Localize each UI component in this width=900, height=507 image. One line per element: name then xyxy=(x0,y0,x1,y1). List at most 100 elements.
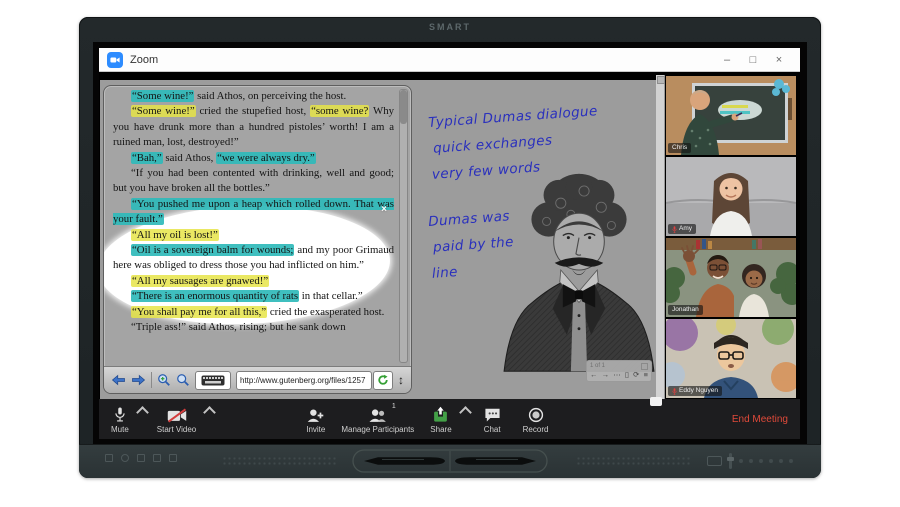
document-paragraph: “Bah,” said Athos, “we were always dry.” xyxy=(113,151,394,166)
participant-video-3[interactable]: Jonathan xyxy=(666,238,796,317)
manage-participants-label: Manage Participants xyxy=(341,425,414,434)
zoom-window: Zoom – □ × × “Some wi xyxy=(99,48,800,439)
speaker-grille-right xyxy=(576,456,691,466)
mute-options-chevron[interactable] xyxy=(136,406,149,419)
participant-name: Jonathan xyxy=(672,306,699,314)
microphone-icon xyxy=(113,405,127,423)
back-button[interactable] xyxy=(111,374,126,386)
bezel-port-icons xyxy=(105,454,177,462)
shared-whiteboard[interactable]: × “Some wine!” said Athos, on perceiving… xyxy=(100,80,656,399)
video-thumbnails: Chris xyxy=(666,76,796,400)
start-video-button[interactable]: Start Video xyxy=(157,405,196,434)
pager-prev-icon[interactable]: ← xyxy=(590,370,598,380)
window-titlebar: Zoom – □ × xyxy=(99,48,800,72)
pager-page-icon[interactable]: ▯ xyxy=(625,370,629,380)
participant-video-strip: Chris xyxy=(656,75,800,399)
video-strip-scrollbar[interactable] xyxy=(656,75,665,399)
video-options-chevron[interactable] xyxy=(203,406,216,419)
pager-next-icon[interactable]: → xyxy=(602,370,610,380)
document-paragraph: “Triple ass!” said Athos, rising; but he… xyxy=(113,320,394,335)
browser-toolbar: ↕ xyxy=(104,366,411,393)
document-scrollbar[interactable] xyxy=(399,89,408,363)
document-paragraph: “All my sausages are gnawed!” xyxy=(113,274,394,289)
zoom-in-icon[interactable] xyxy=(157,373,171,387)
share-options-chevron[interactable] xyxy=(459,406,472,419)
bezel-control-panel xyxy=(707,453,793,469)
document-paragraph: “All my oil is lost!” xyxy=(113,228,394,243)
keyboard-button[interactable] xyxy=(195,371,231,390)
forward-button[interactable] xyxy=(131,374,146,386)
meeting-content: × “Some wine!” said Athos, on perceiving… xyxy=(99,72,800,399)
address-input[interactable] xyxy=(237,376,371,385)
panel-divider-handle[interactable] xyxy=(650,397,662,406)
muted-mic-icon xyxy=(672,226,677,233)
document-paragraph: “You pushed me upon a heap which rolled … xyxy=(113,197,394,228)
maximize-button[interactable]: □ xyxy=(740,49,766,71)
participant-name: Eddy Nguyen xyxy=(679,387,718,395)
scrollbar-thumb[interactable] xyxy=(400,90,407,124)
participant-name-badge: Chris xyxy=(668,143,691,153)
participant-name-badge: Amy xyxy=(668,224,696,234)
participant-name-badge: Eddy Nguyen xyxy=(668,386,722,396)
record-button[interactable]: Record xyxy=(523,405,549,434)
share-icon xyxy=(432,405,449,423)
window-controls: – □ × xyxy=(714,49,792,71)
participant-name: Chris xyxy=(672,144,687,152)
document-text: “Some wine!” said Athos, on perceiving t… xyxy=(113,89,394,363)
display-screen: Zoom – □ × × “Some wi xyxy=(93,42,807,445)
pager-menu-icon[interactable]: ≡ xyxy=(644,370,648,380)
chat-label: Chat xyxy=(484,425,501,434)
end-meeting-button[interactable]: End Meeting xyxy=(732,414,788,425)
participant-video-1[interactable]: Chris xyxy=(666,76,796,155)
record-icon xyxy=(528,405,544,423)
video-strip-scroll-button[interactable] xyxy=(657,76,665,84)
smart-board: SMART Zoom – □ × xyxy=(79,17,821,478)
document-paragraph: “Some wine!” cried the stupefied host, “… xyxy=(113,104,394,150)
video-off-icon xyxy=(167,405,187,423)
ink-close-icon[interactable]: × xyxy=(381,204,387,215)
bezel-home-button[interactable] xyxy=(707,456,722,466)
chat-button[interactable]: Chat xyxy=(484,405,501,434)
document-viewer: × “Some wine!” said Athos, on perceiving… xyxy=(103,85,412,394)
document-paragraph: “Some wine!” said Athos, on perceiving t… xyxy=(113,89,394,104)
invite-button[interactable]: Invite xyxy=(306,405,325,434)
manage-participants-button[interactable]: 1 Manage Participants xyxy=(341,405,414,434)
participant-video-2[interactable]: Amy xyxy=(666,157,796,236)
zoom-app-icon xyxy=(107,52,123,68)
invite-label: Invite xyxy=(306,425,325,434)
zoom-out-icon[interactable] xyxy=(176,373,190,387)
share-button[interactable]: Share xyxy=(430,405,451,434)
bezel-buttons[interactable] xyxy=(739,459,793,463)
close-button[interactable]: × xyxy=(766,49,792,71)
minimize-button[interactable]: – xyxy=(714,49,740,71)
share-label: Share xyxy=(430,425,451,434)
pager-refresh-icon[interactable]: ⟳ xyxy=(633,370,639,380)
mute-button[interactable]: Mute xyxy=(111,405,129,434)
meeting-toolbar: Mute Start Video Invite xyxy=(99,399,800,439)
record-label: Record xyxy=(523,425,549,434)
toolbar-divider xyxy=(151,372,152,388)
bezel-volume-slider[interactable] xyxy=(729,453,732,469)
speaker-grille-left xyxy=(222,456,337,466)
bottom-bezel xyxy=(79,444,821,478)
participants-count: 1 xyxy=(392,403,396,410)
keyboard-icon xyxy=(201,375,225,386)
tray-pen-right xyxy=(455,457,536,465)
participant-video-4[interactable]: Eddy Nguyen xyxy=(666,319,796,398)
window-title: Zoom xyxy=(130,54,158,66)
start-video-label: Start Video xyxy=(157,425,196,434)
invite-icon xyxy=(307,405,324,423)
document-paragraph: “Oil is a sovereign balm for wounds; and… xyxy=(113,243,394,274)
participants-icon: 1 xyxy=(368,405,388,423)
pager-more-icon[interactable]: ⋯ xyxy=(613,370,621,380)
smart-logo: SMART xyxy=(79,22,821,32)
address-bar[interactable] xyxy=(236,371,372,390)
document-paragraph: “There is an enormous quantity of rats i… xyxy=(113,289,394,304)
pager-expand-icon[interactable] xyxy=(641,363,648,370)
scroll-mode-icon[interactable]: ↕ xyxy=(398,374,404,386)
document-paragraph: “You shall pay me for all this,” cried t… xyxy=(113,305,394,320)
tray-pen-left xyxy=(364,457,445,465)
document-paragraph: “If you had been contented with drinking… xyxy=(113,166,394,197)
pen-tray xyxy=(352,449,548,473)
refresh-button[interactable] xyxy=(373,371,393,390)
